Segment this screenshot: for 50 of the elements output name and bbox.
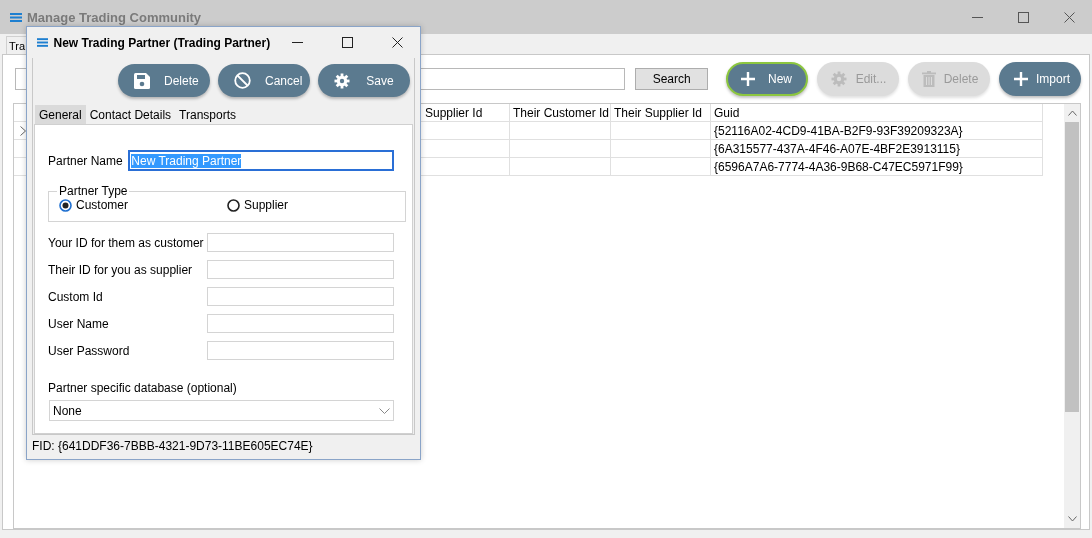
maximize-icon xyxy=(342,37,354,48)
no-entry-icon xyxy=(234,72,251,89)
close-icon xyxy=(392,37,404,48)
column-header[interactable]: Guid xyxy=(711,104,1043,122)
menu-icon xyxy=(10,12,22,22)
maximize-icon xyxy=(1017,11,1029,23)
column-header[interactable]: Their Customer Id xyxy=(510,104,611,122)
field-label: Partner specific database (optional) xyxy=(48,381,238,395)
tab[interactable]: General xyxy=(35,105,86,124)
toolbar-button[interactable]: New xyxy=(726,62,808,96)
field-label: User Password xyxy=(48,343,131,358)
input-field[interactable] xyxy=(206,260,394,279)
scroll-down-icon xyxy=(1067,516,1077,522)
gear-icon xyxy=(831,71,847,87)
input-field[interactable] xyxy=(206,287,394,306)
dropdown[interactable]: None xyxy=(49,400,394,421)
close-icon xyxy=(1063,11,1075,23)
scroll-up-icon xyxy=(1067,110,1077,116)
dialog-title: New Trading Partner (Trading Partner) xyxy=(53,35,271,50)
input-field[interactable] xyxy=(206,233,394,252)
field-label: User Name xyxy=(48,316,110,331)
dropdown-icon xyxy=(378,407,390,414)
input-field[interactable] xyxy=(206,314,394,333)
window-title: Manage Trading Community xyxy=(27,9,203,25)
plus-icon xyxy=(740,71,756,87)
table-cell: {6596A7A6-7774-4A36-9B68-C47EC5971F99} xyxy=(711,158,1043,176)
field-label: Custom Id xyxy=(48,289,104,304)
table-cell: {6A315577-437A-4F46-A07E-4BF2E3913115} xyxy=(711,140,1043,158)
toolbar-button[interactable]: Import xyxy=(999,62,1081,96)
gear-icon xyxy=(334,72,350,89)
scrollbar[interactable] xyxy=(1064,104,1080,528)
radio-option[interactable]: Customer xyxy=(59,198,227,212)
radio-option[interactable]: Supplier xyxy=(227,198,395,212)
floppy-icon xyxy=(134,72,150,89)
toolbar-button[interactable]: Cancel xyxy=(218,64,310,97)
search-button[interactable]: Search xyxy=(635,68,708,90)
toolbar-button[interactable]: Delete xyxy=(118,64,210,97)
table-cell: {52116A02-4CD9-41BA-B2F9-93F39209323A} xyxy=(711,122,1043,140)
toolbar-button[interactable]: Save xyxy=(318,64,410,97)
fid-text: FID: {641DDF36-7BBB-4321-9D73-11BE605EC74E} xyxy=(31,438,314,455)
plus-icon xyxy=(1013,71,1029,87)
input-field[interactable] xyxy=(206,341,394,360)
field-label: Your ID for them as customer xyxy=(48,235,205,250)
group-label: Partner Type xyxy=(58,184,129,198)
field-label: Partner Name xyxy=(48,153,124,168)
field-label: Their ID for you as supplier xyxy=(48,262,194,277)
column-header[interactable]: Their Supplier Id xyxy=(611,104,711,122)
trash-icon xyxy=(922,71,936,87)
menu-icon xyxy=(37,38,49,47)
column-header[interactable]: Supplier Id xyxy=(422,104,510,122)
